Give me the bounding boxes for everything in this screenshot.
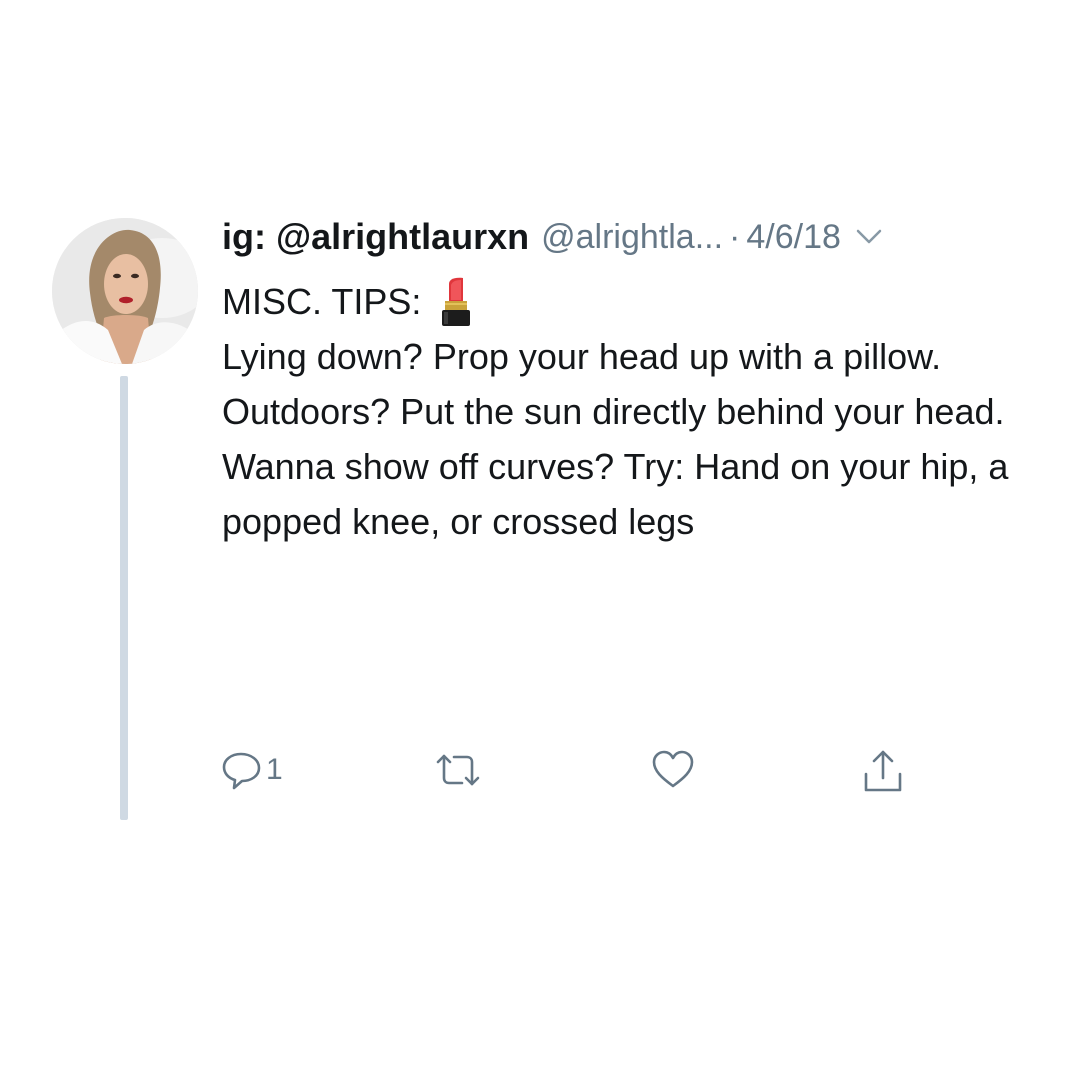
share-button[interactable] [860, 748, 906, 796]
tweet: ig: @alrightlaurxn @alrightla... · 4/6/1… [0, 0, 1080, 1080]
tweet-line: Outdoors? Put the sun directly behind yo… [222, 391, 1005, 432]
lipstick-icon [437, 276, 475, 328]
display-name[interactable]: ig: @alrightlaurxn [222, 216, 529, 258]
reply-icon [220, 748, 264, 792]
reply-count: 1 [266, 753, 283, 786]
thread-line [120, 376, 128, 820]
tweet-line: Wanna show off curves? Try: Hand on your… [222, 446, 1009, 542]
heart-icon [650, 748, 696, 792]
avatar[interactable] [52, 218, 198, 364]
retweet-icon [432, 748, 484, 792]
profile-photo [52, 218, 198, 364]
separator: · [729, 217, 741, 256]
tweet-line-text: MISC. TIPS: [222, 281, 422, 322]
share-icon [860, 748, 906, 796]
retweet-button[interactable] [432, 748, 484, 792]
like-button[interactable] [650, 748, 696, 792]
chevron-down-icon[interactable] [855, 228, 883, 246]
tweet-header: ig: @alrightlaurxn @alrightla... · 4/6/1… [222, 212, 1042, 262]
user-handle[interactable]: @alrightla... [541, 218, 723, 257]
tweet-line-title: MISC. TIPS: [222, 274, 1022, 329]
tweet-text: MISC. TIPS: Lying down? Prop your head u… [222, 274, 1022, 549]
tweet-actions: 1 [220, 748, 940, 804]
reply-button[interactable]: 1 [220, 748, 283, 792]
tweet-line: Lying down? Prop your head up with a pil… [222, 336, 942, 377]
tweet-date[interactable]: 4/6/18 [746, 218, 841, 257]
